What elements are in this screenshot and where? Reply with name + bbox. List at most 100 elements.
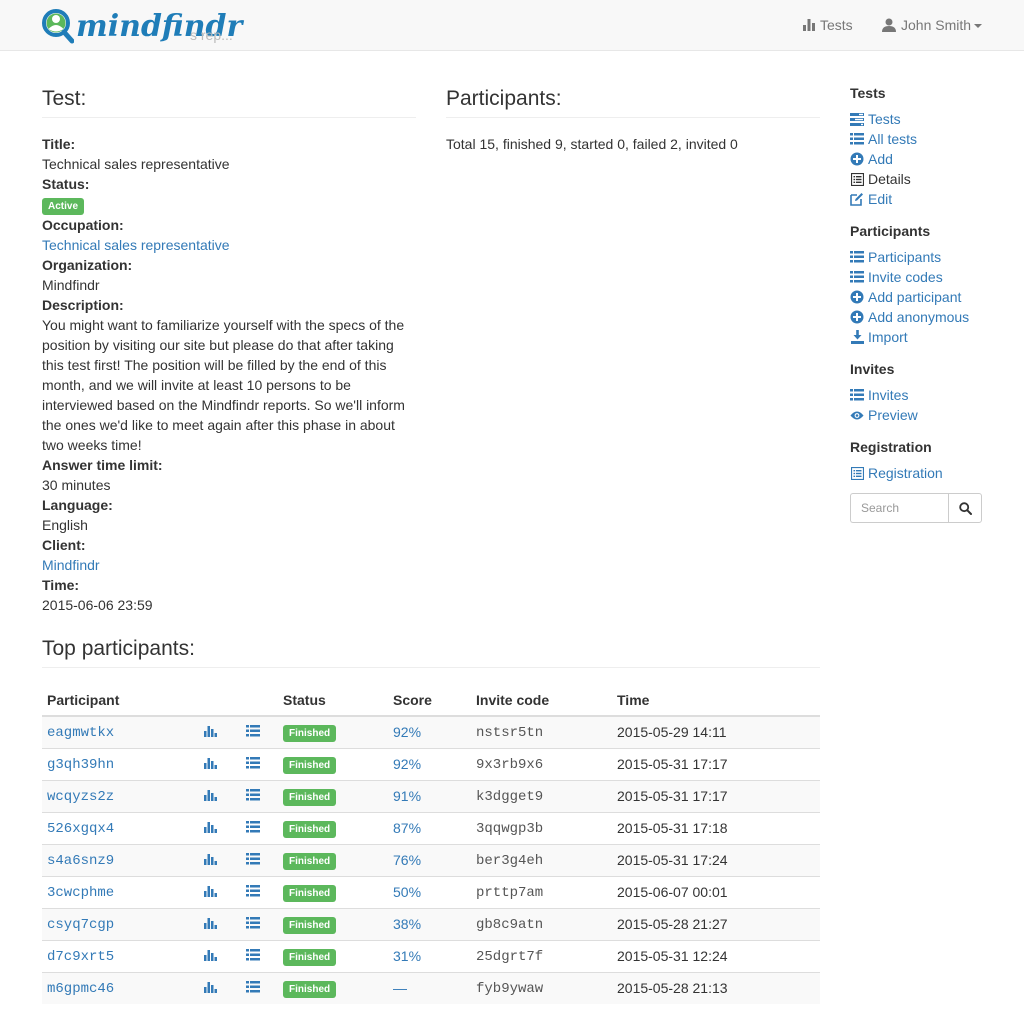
sidebar-item-label: Registration [868,465,943,481]
score-link[interactable]: 31% [393,948,421,964]
sidebar-item-add-anonymous[interactable]: Add anonymous [850,307,1000,327]
participant-link[interactable]: 3cwcphme [47,885,114,901]
sidebar-item-add-participant[interactable]: Add participant [850,287,1000,307]
ghost-tooltip-text: s rep... [190,27,233,43]
time-value: 2015-05-31 17:17 [617,756,728,772]
score-link[interactable]: 76% [393,852,421,868]
score-link[interactable]: — [393,980,407,996]
list-icon[interactable] [246,820,260,836]
list-icon[interactable] [246,916,260,932]
sidebar-item-label: Invites [868,387,909,403]
sidebar-item-preview[interactable]: Preview [850,405,1000,425]
sidebar-item-edit[interactable]: Edit [850,189,1000,209]
list-icon[interactable] [246,788,260,804]
score-link[interactable]: 92% [393,724,421,740]
status-badge: Finished [283,916,337,934]
status-badge: Finished [283,980,337,998]
invite-code: 9x3rb9x6 [476,757,544,773]
sidebar-item-invites[interactable]: Invites [850,385,1000,405]
list-icon[interactable] [246,948,260,964]
bar-chart-icon[interactable] [203,852,217,868]
time-value: 2015-06-07 00:01 [617,884,728,900]
sidebar-item-label: Add participant [868,289,962,305]
participant-link[interactable]: d7c9xrt5 [47,949,114,965]
bar-chart-icon[interactable] [203,980,217,996]
sidebar-item-all-tests[interactable]: All tests [850,129,1000,149]
user-menu-dropdown[interactable]: John Smith [882,17,983,33]
table-row: 3cwcphme Finished 50% prttp7am 2015-06-07 00… [42,875,820,908]
sidebar-item-registration[interactable]: Registration [850,463,1000,483]
bar-chart-icon[interactable] [203,884,217,900]
column-header: Invite code [471,684,612,717]
time-value: 2015-05-28 21:13 [617,980,728,997]
list-icon[interactable] [246,756,260,772]
sidebar-heading-invites: Invites [850,361,895,377]
status-badge: Active [42,198,85,215]
status-badge: Finished [283,852,337,870]
organization-value: Mindfindr [42,277,100,293]
sidebar-item-label: Invite codes [868,269,943,285]
list-icon[interactable] [246,980,260,996]
score-link[interactable]: 92% [393,756,421,772]
sidebar-item-participants[interactable]: Participants [850,247,1000,267]
participant-link[interactable]: 526xgqx4 [47,821,114,837]
list-icon[interactable] [246,724,260,740]
client-label: Client: [42,537,86,553]
bar-chart-icon[interactable] [203,820,217,836]
column-header [192,684,228,717]
participant-link[interactable]: s4a6snz9 [47,853,114,869]
occupation-link[interactable]: Technical sales representative [42,237,230,253]
invite-code: prttp7am [476,885,544,901]
invite-code: k3dgget9 [476,789,544,805]
bar-chart-icon[interactable] [203,788,217,804]
list-icon[interactable] [246,884,260,900]
caret-down-icon [974,24,983,28]
score-link[interactable]: 91% [393,788,421,804]
sidebar-item-tests[interactable]: Tests [850,109,1000,129]
nav-tests-label: Tests [820,17,853,33]
participant-link[interactable]: m6gpmc46 [47,981,114,997]
column-header: Time [612,684,820,717]
invite-code: fyb9ywaw [476,981,544,998]
sidebar-item-details[interactable]: Details [850,169,1000,189]
bar-chart-icon[interactable] [203,756,217,772]
status-badge: Finished [283,788,337,806]
bar-chart-icon[interactable] [203,724,217,740]
participant-link[interactable]: wcqyzs2z [47,789,114,805]
magnifier-person-icon [42,9,74,44]
sidebar-item-label: Participants [868,249,942,265]
client-link[interactable]: Mindfindr [42,557,100,573]
invite-code: gb8c9atn [476,917,544,933]
score-link[interactable]: 38% [393,916,421,932]
plus-circle-icon [850,290,864,304]
bar-chart-icon[interactable] [203,948,217,964]
nav-tests-link[interactable]: Tests [803,17,853,33]
sidebar-item-import[interactable]: Import [850,327,1000,347]
table-row: d7c9xrt5 Finished 31% 25dgrt7f 2015-05-31 12… [42,939,820,972]
search-input[interactable] [850,493,948,523]
sidebar-item-invite-codes[interactable]: Invite codes [850,267,1000,287]
title-value: Technical sales representative [42,156,230,172]
score-link[interactable]: 50% [393,884,421,900]
sidebar: Tests Tests All tests Add Details Edit Parti… [850,83,1000,523]
bar-chart-icon[interactable] [203,916,217,932]
invite-code: 25dgrt7f [476,949,544,965]
time-value: 2015-05-29 14:11 [617,724,727,741]
sidebar-item-label: Tests [868,111,901,127]
table-row: s4a6snz9 Finished 76% ber3g4eh 2015-05-31 17… [42,843,820,876]
column-header [228,684,278,717]
sidebar-item-add[interactable]: Add [850,149,1000,169]
score-link[interactable]: 87% [393,820,421,836]
search-button[interactable] [948,493,982,523]
time-value: 2015-05-31 12:24 [617,948,728,964]
participant-link[interactable]: csyq7cgp [47,917,114,933]
description-label: Description: [42,297,124,313]
list-icon[interactable] [246,852,260,868]
list-icon [850,250,864,264]
participant-link[interactable]: g3qh39hn [47,757,114,773]
sidebar-heading-registration: Registration [850,439,932,455]
participants-summary: Total 15, finished 9, started 0, failed … [446,136,738,152]
list-alt-icon [850,466,864,480]
participant-link[interactable]: eagmwtkx [47,725,114,741]
time-limit-value: 30 minutes [42,477,111,493]
